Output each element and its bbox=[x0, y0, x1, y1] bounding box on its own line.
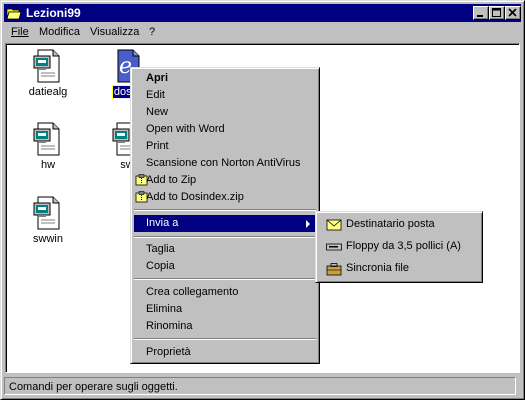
ctx-item-label: Apri bbox=[146, 72, 168, 84]
status-bar: Comandi per operare sugli oggetti. bbox=[4, 377, 521, 396]
context-menu: Apri Edit New Open with Word Print Scans… bbox=[130, 67, 320, 364]
ctx-item-label: New bbox=[146, 106, 169, 118]
ctx-item-crea-collegamento[interactable]: Crea collegamento bbox=[134, 284, 316, 301]
ctx-item-proprieta[interactable]: Proprietà bbox=[134, 344, 316, 361]
document-icon bbox=[33, 49, 60, 83]
file-item-swwin[interactable]: swwin bbox=[13, 196, 83, 245]
ctx-item-label: Elimina bbox=[146, 303, 183, 315]
ctx-item-label: Crea collegamento bbox=[146, 286, 239, 298]
file-label: datiealg bbox=[28, 86, 68, 98]
winzip-icon bbox=[135, 191, 148, 203]
ctx-item-apri[interactable]: Apri bbox=[134, 70, 316, 87]
send-to-submenu: Destinatario posta Floppy da 3,5 pollici… bbox=[315, 211, 483, 283]
ctx-item-add-to-dosindex-zip[interactable]: Add to Dosindex.zip bbox=[134, 189, 316, 206]
floppy-drive-icon bbox=[326, 243, 342, 251]
ctx-item-add-to-zip[interactable]: Add to Zip bbox=[134, 172, 316, 189]
submenu-arrow-icon bbox=[306, 220, 310, 228]
file-item-hw[interactable]: hw bbox=[13, 122, 83, 171]
ctx-item-invia-a[interactable]: Invia a bbox=[134, 215, 316, 232]
ctx-item-elimina[interactable]: Elimina bbox=[134, 301, 316, 318]
window-title: Lezioni99 bbox=[26, 6, 81, 20]
ctx-item-label: Rinomina bbox=[146, 320, 193, 332]
submenu-item-sincronia-file[interactable]: Sincronia file bbox=[319, 260, 479, 277]
file-label: swwin bbox=[33, 233, 63, 245]
ctx-item-rinomina[interactable]: Rinomina bbox=[134, 318, 316, 335]
status-text: Comandi per operare sugli oggetti. bbox=[4, 377, 516, 395]
menu-bar: File Modifica Visualizza ? bbox=[4, 23, 521, 41]
menu-file-label: File bbox=[11, 26, 29, 38]
submenu-item-floppy[interactable]: Floppy da 3,5 pollici (A) bbox=[319, 238, 479, 255]
ctx-item-label: Add to Dosindex.zip bbox=[146, 191, 244, 203]
minimize-button[interactable] bbox=[473, 6, 489, 20]
ctx-item-label: Invia a bbox=[146, 217, 179, 229]
menu-separator bbox=[134, 338, 316, 340]
maximize-icon bbox=[492, 8, 501, 17]
ctx-item-label: Scansione con Norton AntiVirus bbox=[146, 157, 301, 169]
ctx-item-label: Add to Zip bbox=[146, 174, 197, 186]
submenu-item-label: Floppy da 3,5 pollici (A) bbox=[346, 240, 461, 252]
menu-file[interactable]: File bbox=[11, 26, 29, 38]
submenu-item-destinatario-posta[interactable]: Destinatario posta bbox=[319, 216, 479, 233]
ctx-item-new[interactable]: New bbox=[134, 104, 316, 121]
ctx-item-label: Copia bbox=[146, 260, 175, 272]
ctx-item-norton-scan[interactable]: Scansione con Norton AntiVirus bbox=[134, 155, 316, 172]
close-button[interactable] bbox=[505, 6, 521, 20]
maximize-button[interactable] bbox=[489, 6, 505, 20]
document-icon bbox=[33, 122, 60, 156]
menu-modifica[interactable]: Modifica bbox=[39, 26, 80, 38]
winzip-icon bbox=[135, 174, 148, 186]
briefcase-icon bbox=[326, 263, 342, 276]
menu-visualizza[interactable]: Visualizza bbox=[90, 26, 139, 38]
file-label: hw bbox=[40, 159, 56, 171]
title-bar[interactable]: Lezioni99 bbox=[4, 4, 521, 22]
menu-separator bbox=[134, 209, 316, 211]
ctx-item-label: Print bbox=[146, 140, 169, 152]
submenu-item-label: Sincronia file bbox=[346, 262, 409, 274]
close-icon bbox=[508, 8, 517, 17]
ctx-item-open-with-word[interactable]: Open with Word bbox=[134, 121, 316, 138]
menu-separator bbox=[134, 278, 316, 280]
ctx-item-label: Open with Word bbox=[146, 123, 225, 135]
menu-separator bbox=[134, 236, 316, 238]
ctx-item-label: Taglia bbox=[146, 243, 175, 255]
envelope-icon bbox=[326, 219, 342, 231]
menu-help[interactable]: ? bbox=[149, 26, 155, 38]
minimize-icon bbox=[477, 15, 483, 17]
ctx-item-copia[interactable]: Copia bbox=[134, 258, 316, 275]
ctx-item-edit[interactable]: Edit bbox=[134, 87, 316, 104]
ctx-item-print[interactable]: Print bbox=[134, 138, 316, 155]
ctx-item-taglia[interactable]: Taglia bbox=[134, 241, 316, 258]
ctx-item-label: Edit bbox=[146, 89, 165, 101]
folder-open-icon bbox=[6, 8, 22, 20]
submenu-item-label: Destinatario posta bbox=[346, 218, 435, 230]
ctx-item-label: Proprietà bbox=[146, 346, 191, 358]
document-icon bbox=[33, 196, 60, 230]
file-item-datiealg[interactable]: datiealg bbox=[13, 49, 83, 98]
